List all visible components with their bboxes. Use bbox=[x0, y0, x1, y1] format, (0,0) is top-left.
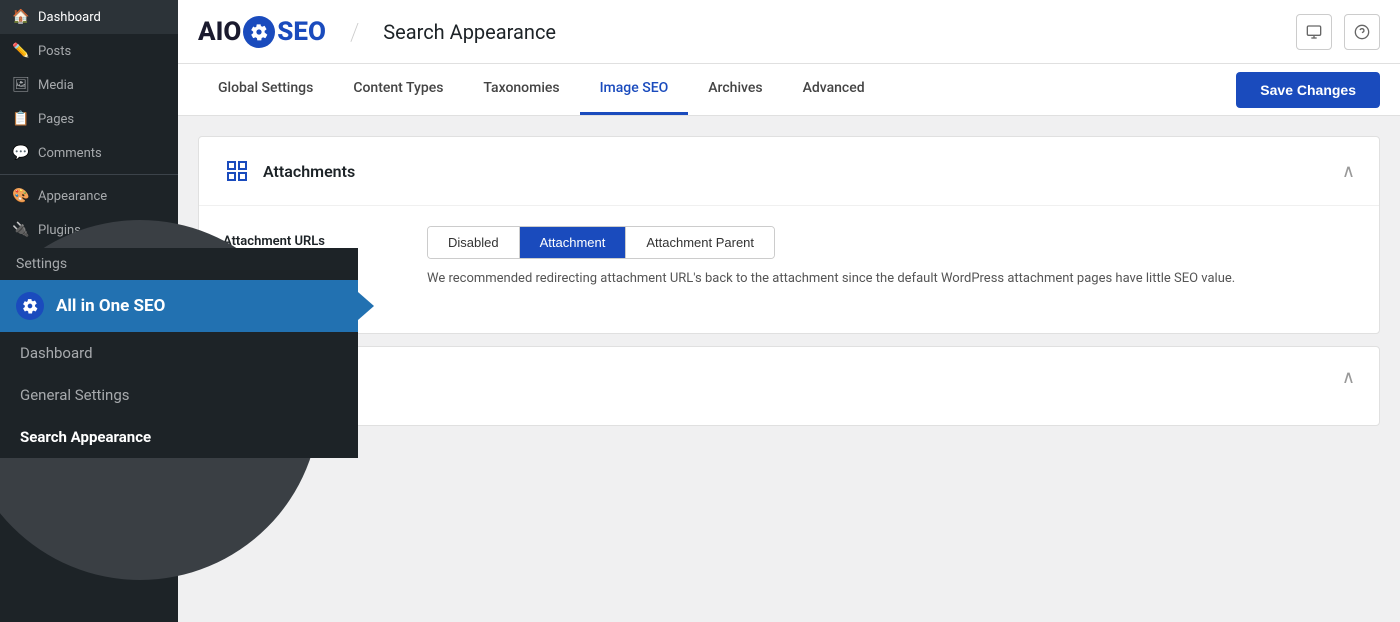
tab-archives[interactable]: Archives bbox=[688, 64, 782, 115]
submenu-item-dashboard[interactable]: Dashboard bbox=[0, 332, 358, 374]
attachments-card-body: Attachment URLs Disabled Attachment Atta… bbox=[199, 205, 1379, 333]
tab-global-settings[interactable]: Global Settings bbox=[198, 64, 333, 115]
tabs-list: Global Settings Content Types Taxonomies… bbox=[198, 64, 885, 115]
aioseo-logo: AIO SEO bbox=[198, 16, 326, 48]
attachment-url-button-group: Disabled Attachment Attachment Parent bbox=[427, 226, 775, 259]
aioseo-menu: Settings All in One SEO Dashboard Genera… bbox=[0, 248, 358, 458]
plugins-icon: 🔌 bbox=[12, 221, 30, 239]
tab-taxonomies[interactable]: Taxonomies bbox=[463, 64, 579, 115]
help-button[interactable] bbox=[1344, 14, 1380, 50]
sidebar-item-pages[interactable]: 📋 Pages bbox=[0, 102, 178, 136]
header-right bbox=[1296, 14, 1380, 50]
attachments-card-header[interactable]: Attachments ∧ bbox=[199, 137, 1379, 205]
second-card-chevron-icon: ∧ bbox=[1342, 367, 1355, 388]
field-label-prefix: Attac bbox=[223, 234, 254, 249]
header-left: AIO SEO / Search Appearance bbox=[198, 16, 556, 48]
appearance-icon: 🎨 bbox=[12, 187, 30, 205]
comments-icon: 💬 bbox=[12, 144, 30, 162]
attachments-header-left: Attachments bbox=[223, 157, 355, 185]
sidebar-item-dashboard[interactable]: 🏠 Dashboard bbox=[0, 0, 178, 34]
attachments-title: Attachments bbox=[263, 162, 355, 181]
content-area: Attachments ∧ Attachment URLs Disabled A… bbox=[178, 116, 1400, 622]
settings-section-label: Settings bbox=[0, 248, 358, 280]
aioseo-menu-header[interactable]: All in One SEO bbox=[0, 280, 358, 332]
sidebar-item-posts[interactable]: ✏️ Posts bbox=[0, 34, 178, 68]
sidebar-label-appearance: Appearance bbox=[38, 189, 166, 204]
attachment-parent-option[interactable]: Attachment Parent bbox=[626, 227, 774, 258]
sidebar-label-plugins: Plugins bbox=[38, 223, 166, 238]
page-header: AIO SEO / Search Appearance bbox=[178, 0, 1400, 64]
sidebar-label-dashboard: Dashboard bbox=[38, 10, 166, 25]
field-label-text: hment URLs bbox=[254, 234, 325, 249]
second-card-header[interactable]: ∧ bbox=[199, 347, 1379, 408]
screen-options-button[interactable] bbox=[1296, 14, 1332, 50]
tab-content-types[interactable]: Content Types bbox=[333, 64, 463, 115]
dashboard-icon: 🏠 bbox=[12, 8, 30, 26]
disabled-option[interactable]: Disabled bbox=[428, 227, 520, 258]
header-divider: / bbox=[350, 18, 359, 46]
aioseo-plugin-name: All in One SEO bbox=[56, 296, 165, 316]
attachment-description: We recommended redirecting attachment UR… bbox=[427, 269, 1355, 289]
sidebar-item-appearance[interactable]: 🎨 Appearance bbox=[0, 179, 178, 213]
sidebar-label-pages: Pages bbox=[38, 112, 166, 127]
second-card: ∧ bbox=[198, 346, 1380, 426]
aioseo-menu-icon bbox=[16, 292, 44, 320]
attachment-urls-content: Disabled Attachment Attachment Parent We… bbox=[427, 226, 1355, 289]
posts-icon: ✏️ bbox=[12, 42, 30, 60]
logo-seo: SEO bbox=[277, 17, 326, 47]
sidebar-label-comments: Comments bbox=[38, 146, 166, 161]
sidebar-item-comments[interactable]: 💬 Comments bbox=[0, 136, 178, 170]
sidebar-divider bbox=[0, 174, 178, 175]
sidebar-label-media: Media bbox=[38, 78, 166, 93]
attachment-urls-label: Attachment URLs bbox=[223, 226, 403, 249]
media-icon: 🖼 bbox=[12, 76, 30, 94]
save-changes-button[interactable]: Save Changes bbox=[1236, 72, 1380, 108]
attachments-card: Attachments ∧ Attachment URLs Disabled A… bbox=[198, 136, 1380, 334]
tabs-bar: Global Settings Content Types Taxonomies… bbox=[178, 64, 1400, 116]
attachments-chevron-icon: ∧ bbox=[1342, 161, 1355, 182]
attachment-urls-field: Attachment URLs Disabled Attachment Atta… bbox=[223, 206, 1355, 309]
menu-arrow-icon bbox=[358, 292, 374, 320]
submenu-item-search-appearance[interactable]: Search Appearance bbox=[0, 416, 358, 458]
pages-icon: 📋 bbox=[12, 110, 30, 128]
tab-image-seo[interactable]: Image SEO bbox=[580, 64, 689, 115]
sidebar-item-plugins[interactable]: 🔌 Plugins bbox=[0, 213, 178, 247]
sidebar-item-media[interactable]: 🖼 Media bbox=[0, 68, 178, 102]
logo-aio: AIO bbox=[198, 17, 241, 47]
submenu-item-general-settings[interactable]: General Settings bbox=[0, 374, 358, 416]
attachment-option[interactable]: Attachment bbox=[520, 227, 627, 258]
tab-advanced[interactable]: Advanced bbox=[783, 64, 885, 115]
logo-gear-icon bbox=[243, 16, 275, 48]
page-title: Search Appearance bbox=[383, 20, 556, 44]
attachments-icon bbox=[223, 157, 251, 185]
sidebar-label-posts: Posts bbox=[38, 44, 166, 59]
aioseo-submenu-list: Dashboard General Settings Search Appear… bbox=[0, 332, 358, 458]
